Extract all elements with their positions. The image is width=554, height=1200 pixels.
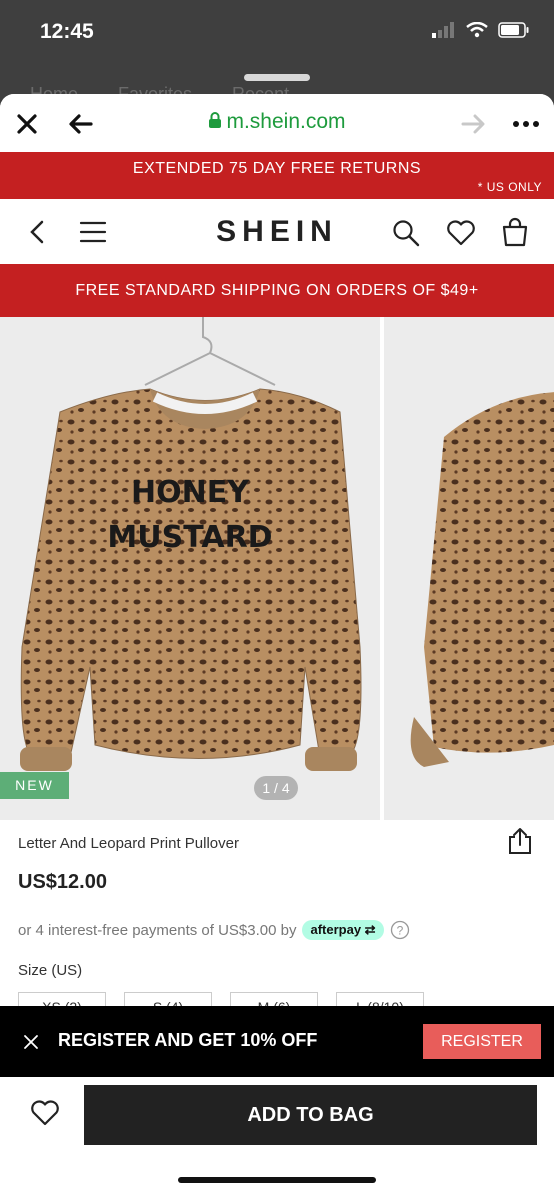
size-label: Size (US) bbox=[18, 962, 83, 979]
product-image-main[interactable]: HONEY MUSTARD NEW 1 / 4 bbox=[0, 317, 380, 820]
product-title: Letter And Leopard Print Pullover bbox=[18, 835, 239, 852]
sheet-grabber[interactable] bbox=[244, 74, 310, 81]
afterpay-text: afterpay bbox=[310, 922, 362, 937]
svg-text:?: ? bbox=[396, 924, 403, 938]
browser-bar: m.shein.com bbox=[0, 94, 554, 152]
url-text: m.shein.com bbox=[226, 110, 346, 133]
returns-banner-text: EXTENDED 75 DAY FREE RETURNS bbox=[132, 160, 422, 177]
sweater-image-side bbox=[384, 317, 554, 820]
product-gallery[interactable]: HONEY MUSTARD NEW 1 / 4 bbox=[0, 317, 554, 820]
register-button[interactable]: REGISTER bbox=[423, 1024, 541, 1059]
bag-icon[interactable] bbox=[501, 217, 529, 247]
share-icon[interactable] bbox=[507, 827, 533, 855]
home-indicator[interactable] bbox=[178, 1177, 376, 1183]
print-word-1: HONEY bbox=[131, 475, 250, 510]
wishlist-heart-icon[interactable] bbox=[30, 1100, 60, 1126]
wifi-icon bbox=[466, 22, 488, 38]
bottom-action-bar: ADD TO BAG bbox=[0, 1077, 554, 1200]
returns-banner-subtext: * US ONLY bbox=[477, 180, 542, 194]
returns-banner[interactable]: EXTENDED 75 DAY FREE RETURNS * US ONLY bbox=[0, 152, 554, 199]
close-banner-icon[interactable] bbox=[23, 1034, 39, 1050]
status-icons bbox=[432, 22, 530, 38]
more-icon[interactable] bbox=[512, 120, 540, 128]
register-banner-text: REGISTER AND GET 10% OFF bbox=[58, 1030, 318, 1050]
status-time: 12:45 bbox=[40, 20, 94, 43]
help-icon[interactable]: ? bbox=[390, 920, 410, 940]
status-bar: 12:45 bbox=[0, 0, 554, 70]
sweater-image: HONEY MUSTARD bbox=[0, 317, 380, 820]
register-banner: REGISTER AND GET 10% OFF REGISTER bbox=[0, 1006, 554, 1077]
image-pager: 1 / 4 bbox=[254, 776, 298, 800]
forward-arrow-icon[interactable] bbox=[461, 113, 487, 135]
lock-icon bbox=[209, 112, 222, 128]
search-icon[interactable] bbox=[392, 219, 420, 247]
signal-icon bbox=[432, 22, 454, 38]
heart-icon[interactable] bbox=[446, 220, 476, 246]
browser-sheet: m.shein.com EXTENDED 75 DAY FREE RETURNS… bbox=[0, 94, 554, 1200]
afterpay-logo[interactable]: afterpay ⇄ bbox=[302, 920, 384, 940]
print-word-2: MUSTARD bbox=[107, 520, 272, 555]
product-image-next[interactable] bbox=[384, 317, 554, 820]
battery-icon bbox=[498, 22, 529, 38]
site-header: SHEIN bbox=[0, 199, 554, 265]
add-to-bag-button[interactable]: ADD TO BAG bbox=[84, 1085, 537, 1145]
new-badge: NEW bbox=[0, 772, 69, 799]
shipping-banner[interactable]: FREE STANDARD SHIPPING ON ORDERS OF $49+ bbox=[0, 264, 554, 317]
product-price: US$12.00 bbox=[18, 871, 107, 893]
installments-text: or 4 interest-free payments of US$3.00 b… bbox=[18, 921, 297, 939]
installments-info: or 4 interest-free payments of US$3.00 b… bbox=[18, 920, 410, 940]
